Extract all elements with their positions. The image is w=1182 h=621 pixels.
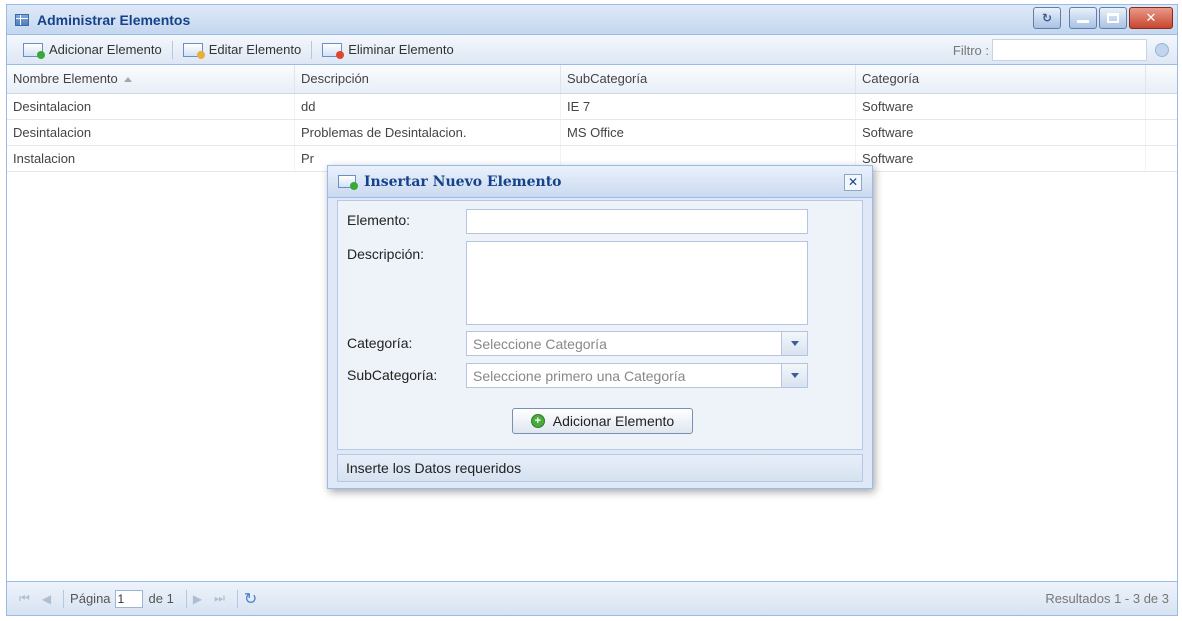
- cell-categoria: Software: [856, 146, 1146, 171]
- paging-separator: [236, 589, 238, 608]
- column-header-subcategoria[interactable]: SubCategoría: [561, 65, 856, 93]
- grid-body: Desintalacion dd IE 7 Software Desintala…: [7, 94, 1177, 172]
- cell-categoria: Software: [856, 120, 1146, 145]
- cell-nombre: Desintalacion: [7, 94, 295, 119]
- insert-element-dialog: Insertar Nuevo Elemento ✕ Elemento: Desc…: [327, 165, 873, 489]
- dialog-form: Elemento: Descripción: Categoría: Selecc…: [337, 200, 863, 450]
- delete-document-icon: [322, 42, 345, 59]
- minimize-button[interactable]: [1069, 7, 1097, 29]
- add-element-submit-button[interactable]: + Adicionar Elemento: [512, 408, 693, 434]
- dialog-close-button[interactable]: ✕: [844, 174, 862, 191]
- grid-icon: [15, 14, 29, 26]
- column-header-categoria[interactable]: Categoría: [856, 65, 1146, 93]
- elemento-field[interactable]: [466, 209, 808, 234]
- next-page-icon[interactable]: ▶: [193, 592, 202, 606]
- column-header-label: SubCategoría: [567, 71, 648, 86]
- paging-separator: [185, 589, 187, 608]
- edit-document-icon: [182, 42, 205, 59]
- edit-element-button[interactable]: Editar Elemento: [182, 42, 312, 59]
- delete-element-label: Eliminar Elemento: [348, 42, 454, 57]
- descripcion-label: Descripción:: [347, 246, 425, 262]
- cell-nombre: Desintalacion: [7, 120, 295, 145]
- dialog-status-bar: Inserte los Datos requeridos: [337, 454, 863, 482]
- descripcion-field[interactable]: [466, 241, 808, 325]
- last-page-icon[interactable]: ⏭: [214, 591, 225, 606]
- grid-header: Nombre Elemento Descripción SubCategoría…: [7, 65, 1177, 94]
- column-header-descripcion[interactable]: Descripción: [295, 65, 561, 93]
- toolbar-separator: [311, 40, 313, 59]
- add-document-icon: [338, 175, 358, 190]
- sort-ascending-icon: [123, 77, 132, 83]
- toolbar: Adicionar Elemento Editar Elemento Elimi…: [7, 35, 1177, 65]
- column-header-label: Descripción: [301, 71, 369, 86]
- table-row[interactable]: Desintalacion dd IE 7 Software: [7, 94, 1177, 120]
- previous-page-icon[interactable]: ◀: [42, 592, 51, 606]
- add-element-submit-label: Adicionar Elemento: [552, 413, 675, 429]
- refresh-window-button[interactable]: ↻: [1033, 7, 1061, 29]
- info-icon[interactable]: [1155, 43, 1169, 57]
- delete-element-button[interactable]: Eliminar Elemento: [322, 42, 464, 59]
- window-controls: ↻ ✕: [1033, 7, 1173, 29]
- column-header-label: Nombre Elemento: [13, 71, 118, 86]
- categoria-combo[interactable]: Seleccione Categoría: [466, 331, 808, 356]
- close-window-button[interactable]: ✕: [1129, 7, 1173, 29]
- page-label: Página: [70, 591, 111, 606]
- cell-subcategoria: MS Office: [561, 120, 856, 145]
- add-element-label: Adicionar Elemento: [49, 42, 162, 57]
- add-element-button[interactable]: Adicionar Elemento: [23, 42, 172, 59]
- page-number-input[interactable]: [114, 589, 143, 608]
- results-count: Resultados 1 - 3 de 3: [1045, 591, 1169, 606]
- window-titlebar[interactable]: Administrar Elementos ↻ ✕: [7, 5, 1177, 35]
- subcategoria-label: SubCategoría:: [347, 367, 438, 383]
- categoria-combo-placeholder: Seleccione Categoría: [473, 336, 607, 352]
- filter-input[interactable]: [992, 39, 1147, 61]
- chevron-down-icon[interactable]: [781, 332, 807, 355]
- subcategoria-combo[interactable]: Seleccione primero una Categoría: [466, 363, 808, 388]
- refresh-icon: ↻: [1041, 11, 1053, 25]
- subcategoria-combo-placeholder: Seleccione primero una Categoría: [473, 368, 686, 384]
- categoria-label: Categoría:: [347, 335, 413, 351]
- chevron-down-icon[interactable]: [781, 364, 807, 387]
- refresh-grid-icon[interactable]: ↻: [244, 589, 257, 609]
- dialog-title: Insertar Nuevo Elemento: [364, 174, 562, 190]
- column-header-spacer: [1146, 65, 1177, 93]
- cell-descripcion: dd: [295, 94, 561, 119]
- minimize-icon: [1077, 19, 1089, 23]
- cell-descripcion: Problemas de Desintalacion.: [295, 120, 561, 145]
- page-count-label: de 1: [148, 591, 174, 606]
- cell-nombre: Instalacion: [7, 146, 295, 171]
- window-title: Administrar Elementos: [37, 12, 191, 28]
- close-icon: ✕: [1145, 10, 1157, 25]
- column-header-nombre[interactable]: Nombre Elemento: [7, 65, 295, 93]
- maximize-button[interactable]: [1099, 7, 1127, 29]
- dialog-titlebar[interactable]: Insertar Nuevo Elemento ✕: [328, 166, 872, 198]
- cell-subcategoria: IE 7: [561, 94, 856, 119]
- close-icon: ✕: [847, 175, 859, 189]
- first-page-icon[interactable]: ⏮: [19, 591, 30, 606]
- edit-element-label: Editar Elemento: [208, 42, 302, 57]
- table-row[interactable]: Desintalacion Problemas de Desintalacion…: [7, 120, 1177, 146]
- toolbar-separator: [171, 40, 173, 59]
- maximize-icon: [1107, 13, 1119, 23]
- column-header-label: Categoría: [862, 71, 920, 86]
- cell-categoria: Software: [856, 94, 1146, 119]
- plus-icon: +: [530, 414, 545, 428]
- paging-toolbar: ⏮ ◀ Página de 1 ▶ ⏭ ↻ Resultados 1 - 3 d…: [7, 581, 1177, 615]
- filter-label: Filtro :: [952, 43, 989, 58]
- elemento-label: Elemento:: [347, 212, 411, 228]
- add-document-icon: [23, 42, 45, 59]
- paging-separator: [63, 589, 65, 608]
